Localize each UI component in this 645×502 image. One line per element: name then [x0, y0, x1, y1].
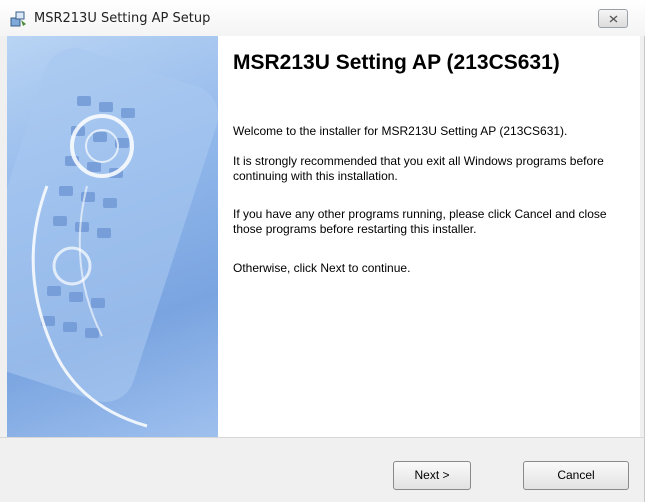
welcome-text: Welcome to the installer for MSR213U Set… [233, 124, 568, 138]
remote-control-artwork [7, 48, 218, 428]
close-button[interactable] [598, 9, 628, 28]
wizard-content: MSR213U Setting AP (213CS631) Welcome to… [7, 36, 640, 437]
next-instructions-text: Otherwise, click Next to continue. [233, 261, 411, 275]
installer-window: MSR213U Setting AP Setup MSR213U Setting… [0, 0, 645, 502]
button-bar-divider [0, 437, 645, 438]
exit-programs-text: It is strongly recommended that you exit… [233, 154, 604, 183]
cancel-instructions-text: If you have any other programs running, … [233, 207, 607, 236]
next-button[interactable]: Next > [393, 461, 471, 490]
title-bar[interactable]: MSR213U Setting AP Setup [0, 0, 645, 36]
banner-image [7, 36, 218, 437]
page-title: MSR213U Setting AP (213CS631) [233, 51, 560, 74]
cancel-button[interactable]: Cancel [523, 461, 629, 490]
close-icon [609, 15, 618, 23]
installer-icon [10, 10, 28, 28]
window-title: MSR213U Setting AP Setup [34, 11, 211, 26]
